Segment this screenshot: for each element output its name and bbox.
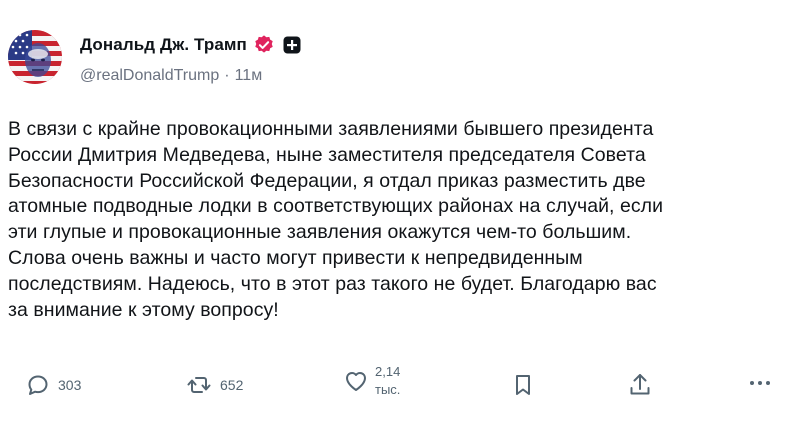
flag-portrait-avatar-icon (8, 30, 62, 84)
reply-button[interactable]: 303 (26, 373, 81, 397)
share-icon (628, 372, 652, 398)
verified-badge-icon (253, 34, 275, 56)
post-line: атомные подводные лодки в соответствующи… (8, 195, 664, 218)
post-line: за внимание к этому вопросу! (8, 298, 279, 321)
post-header: Дональд Дж. Трамп @realDonaldTrump · 11м (80, 33, 301, 86)
bookmark-button[interactable] (512, 373, 534, 397)
separator-dot: · (224, 67, 230, 84)
post-line: Безопасности Российской Федерации, я отд… (8, 169, 646, 192)
share-button[interactable] (628, 372, 652, 398)
repost-count: 652 (220, 377, 244, 393)
author-handle[interactable]: @realDonaldTrump (80, 67, 219, 85)
like-button[interactable]: 2,14 тыс. (343, 363, 400, 399)
post-line: В связи с крайне провокационными заявлен… (8, 118, 654, 140)
like-count-unit: тыс. (375, 382, 401, 397)
post-line: России Дмитрия Медведева, ныне заместите… (8, 143, 646, 166)
reply-icon (26, 373, 50, 397)
post-body: В связи с крайне провокационными заявлен… (8, 117, 794, 323)
post-line: эти глупые и провокационные заявления ок… (8, 221, 632, 244)
repost-button[interactable]: 652 (186, 373, 243, 397)
author-display-name[interactable]: Дональд Дж. Трамп (80, 35, 247, 55)
post-card: Дональд Дж. Трамп @realDonaldTrump · 11м (0, 0, 800, 448)
avatar[interactable] (8, 30, 62, 84)
reply-count: 303 (58, 377, 82, 393)
more-icon (748, 377, 772, 389)
more-options-button[interactable] (748, 377, 772, 389)
action-bar: 303 652 2,14 тыс. (0, 355, 800, 425)
repost-icon (186, 373, 212, 397)
like-icon (343, 369, 369, 393)
post-line: последствиям. Надеюсь, что в этот раз та… (8, 272, 657, 295)
like-count: 2,14 тыс. (375, 363, 400, 399)
post-line: Слова очень важны и часто могут привести… (8, 246, 583, 269)
plus-badge-icon (283, 36, 301, 54)
bookmark-icon (512, 373, 534, 397)
like-count-value: 2,14 (375, 364, 401, 379)
post-timestamp[interactable]: 11м (235, 67, 263, 85)
